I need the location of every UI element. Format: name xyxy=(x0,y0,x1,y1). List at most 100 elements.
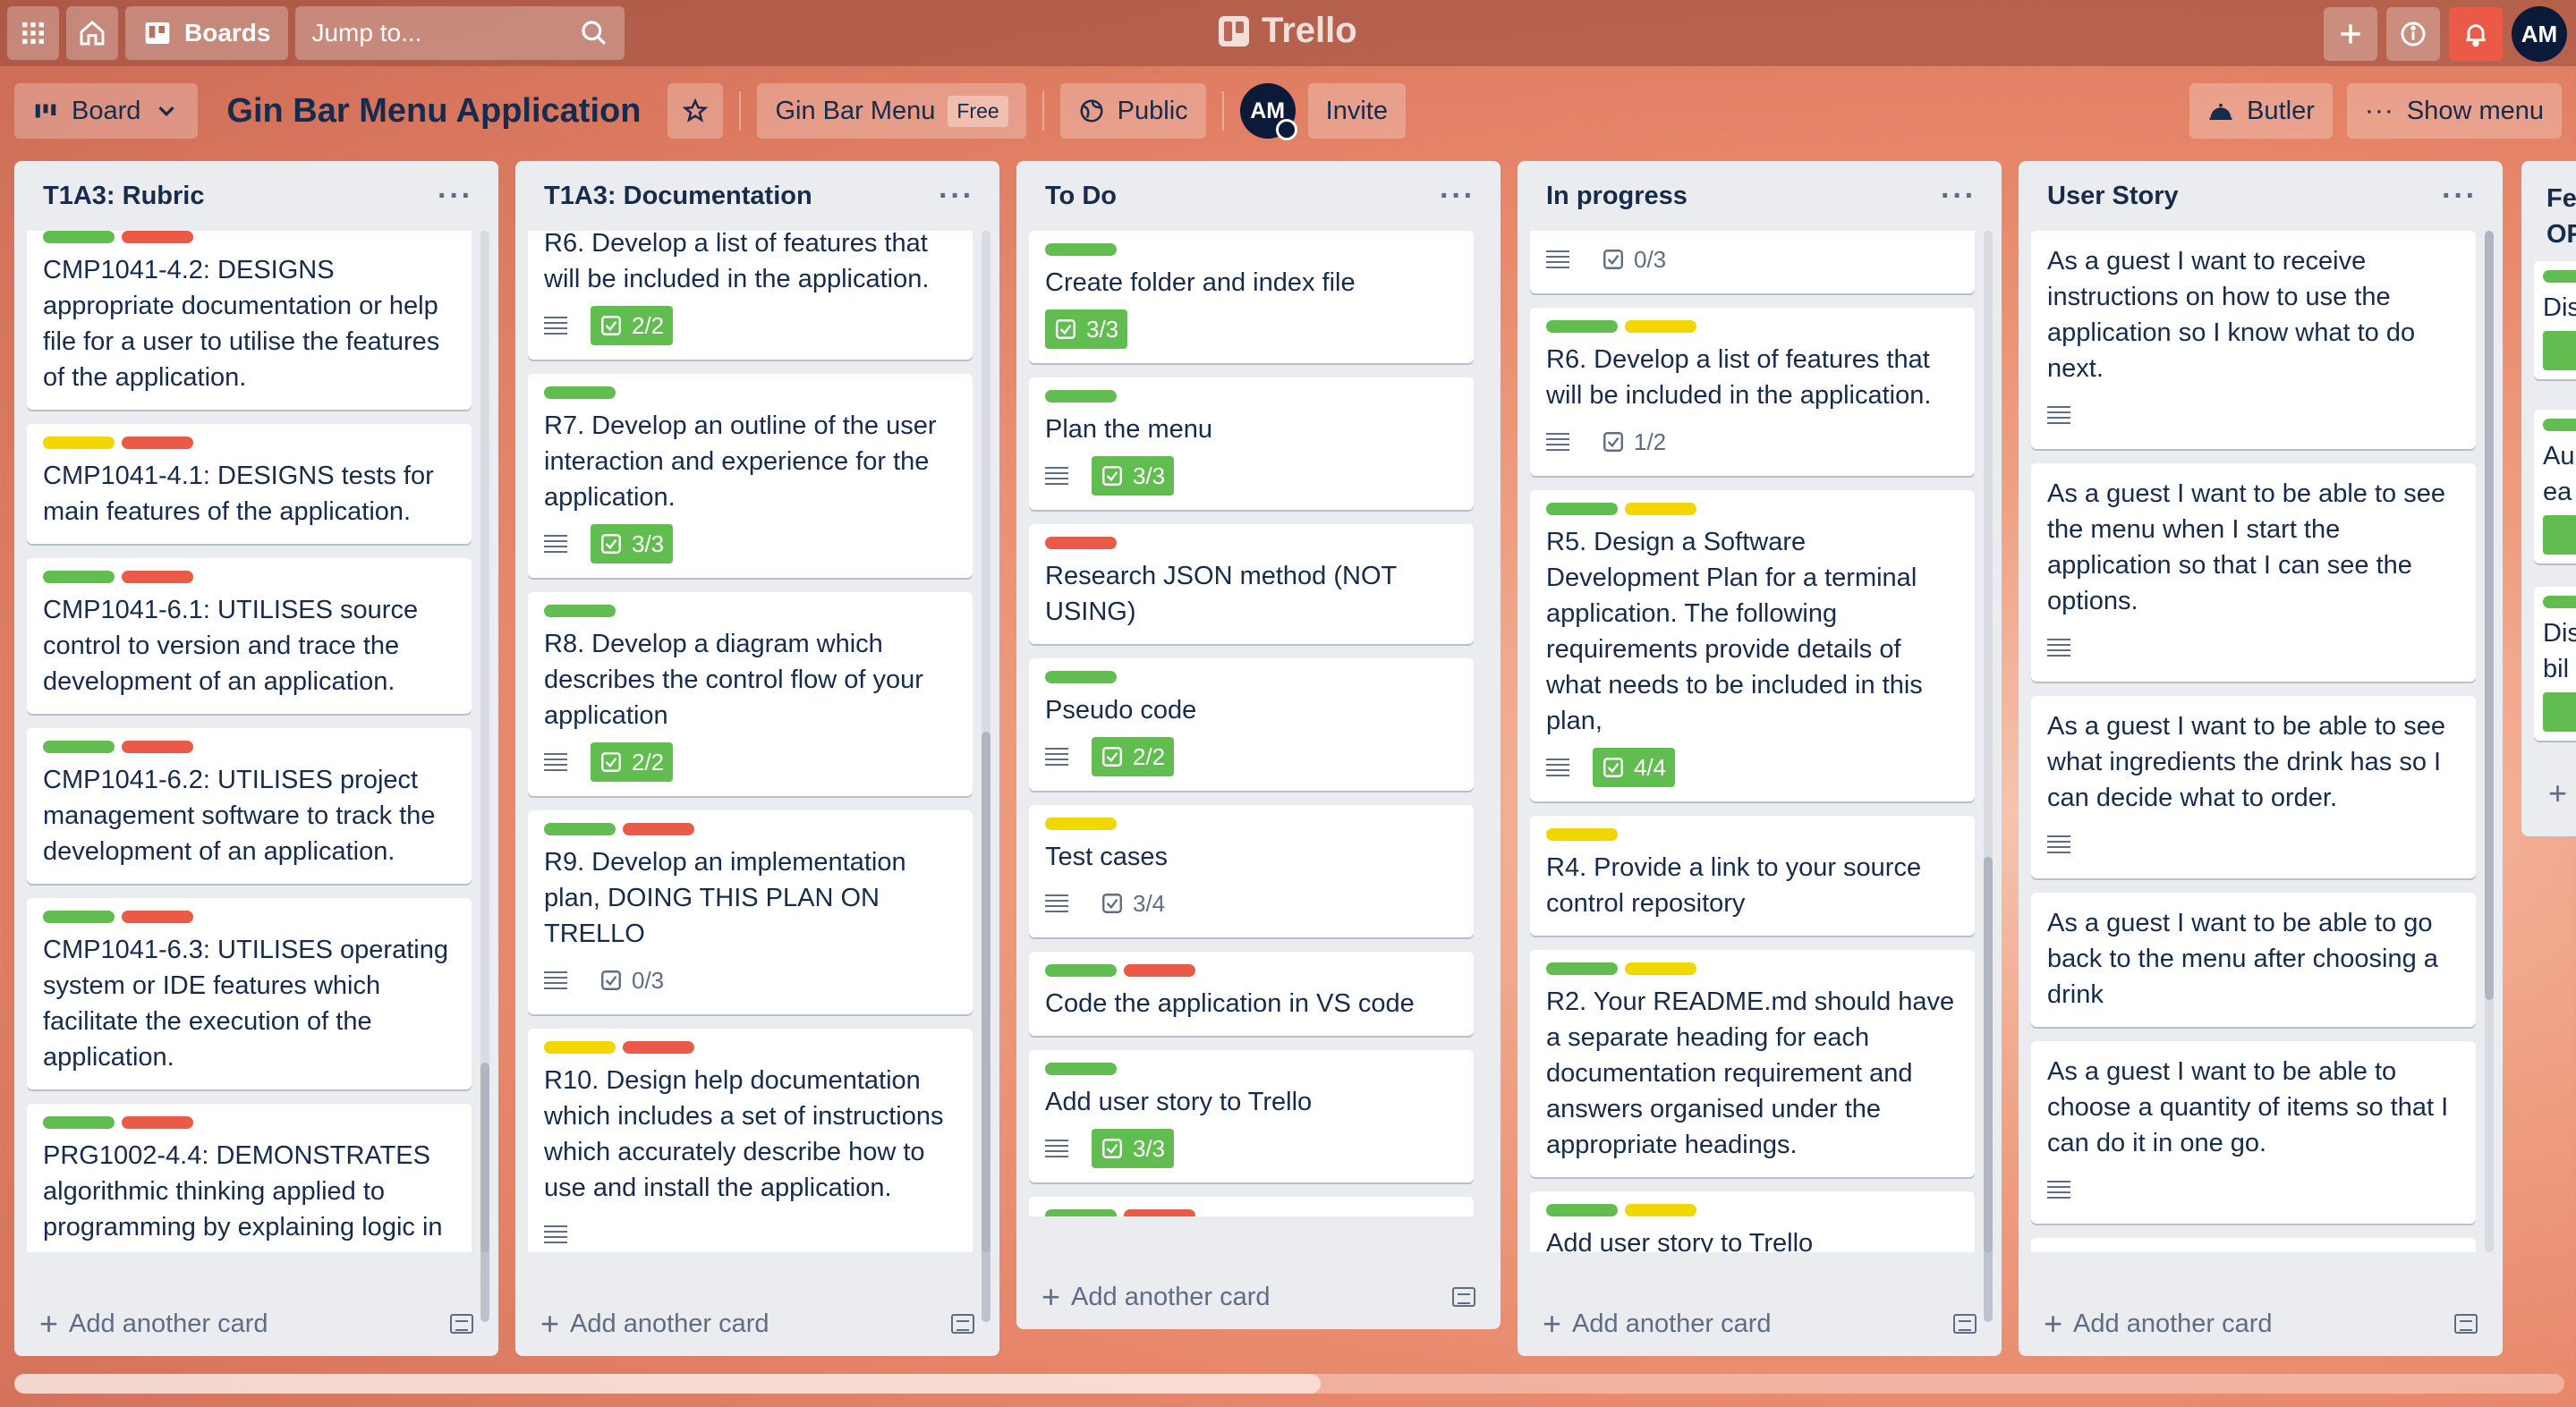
card[interactable]: Add user story to Trello 3/3 xyxy=(1029,1050,1474,1182)
visibility-button[interactable]: Public xyxy=(1059,83,1206,139)
scrollbar-thumb[interactable] xyxy=(2485,231,2494,1000)
description-icon xyxy=(1546,433,1569,451)
card[interactable]: Test cases 3/4 xyxy=(1029,805,1474,937)
card[interactable]: R6. Develop a list of features that will… xyxy=(1530,308,1975,476)
label-green xyxy=(43,1116,115,1129)
card-template-icon[interactable] xyxy=(1452,1287,1475,1307)
list-title[interactable]: In progress xyxy=(1546,182,1688,211)
board-member-avatar[interactable]: AM xyxy=(1239,83,1297,140)
label-red xyxy=(1124,1209,1195,1216)
card[interactable]: CMP1041-6.2: UTILISES project management… xyxy=(27,728,472,884)
card[interactable]: R4. Provide a link to your source contro… xyxy=(1530,816,1975,936)
card[interactable]: CMP1041-4.1: DESIGNS tests for main feat… xyxy=(27,424,472,544)
list-2[interactable]: To Do ··· Create folder and index file 3/3 P… xyxy=(1016,161,1501,1329)
list-title[interactable]: To Do xyxy=(1045,182,1117,211)
card[interactable]: R7. Develop an outline of the user inter… xyxy=(528,374,973,578)
card[interactable]: As a guest I want to receive instruction… xyxy=(2031,231,2476,449)
list-actions-icon[interactable]: ··· xyxy=(2442,179,2478,214)
list-scrollbar[interactable] xyxy=(982,231,990,1322)
apps-menu-button[interactable] xyxy=(7,6,59,60)
home-button[interactable] xyxy=(66,6,118,60)
card[interactable]: PRG1002-4.4: DEMONSTRATES algorithmic th… xyxy=(27,1104,472,1252)
plus-icon[interactable]: + xyxy=(2548,775,2567,812)
list-title[interactable]: T1A3: Documentation xyxy=(544,182,812,211)
list-actions-icon[interactable]: ··· xyxy=(1941,179,1977,214)
list-actions-icon[interactable]: ··· xyxy=(1440,179,1475,214)
create-button[interactable] xyxy=(2324,7,2377,61)
list-scrollbar[interactable] xyxy=(480,231,489,1322)
list-scrollbar[interactable] xyxy=(1984,231,1993,1322)
user-avatar[interactable]: AM xyxy=(2512,6,2567,62)
card[interactable]: As a guest I want to be able to order mo… xyxy=(2031,1238,2476,1252)
card-template-icon[interactable] xyxy=(951,1314,974,1334)
card-title: Test cases xyxy=(1045,843,1168,871)
search-icon xyxy=(582,21,607,46)
checklist-badge xyxy=(2543,692,2576,732)
card[interactable]: As a guest I want to be able to choose a… xyxy=(2031,1041,2476,1224)
card-title: R6. Develop a list of features that will… xyxy=(1546,345,1932,410)
list-scrollbar[interactable] xyxy=(2485,231,2494,1252)
checklist-count: 4/4 xyxy=(1634,753,1667,781)
card[interactable]: Dis xyxy=(2534,261,2576,379)
trello-logo[interactable]: Trello xyxy=(1219,11,1357,51)
list-3[interactable]: In progress ··· 0/3 R6. Develop a list of f… xyxy=(1518,161,2002,1356)
card[interactable]: Plan the menu 3/3 xyxy=(1029,377,1474,510)
add-card-button[interactable]: + Add another card xyxy=(1041,1272,1475,1322)
workspace-button[interactable]: Gin Bar Menu Free xyxy=(757,83,1026,139)
description-icon xyxy=(2047,406,2070,424)
scrollbar-thumb[interactable] xyxy=(480,1063,489,1322)
list-actions-icon[interactable]: ··· xyxy=(939,179,974,214)
butler-button[interactable]: Butler xyxy=(2189,83,2333,139)
card[interactable]: Add user story to Trello0/3 xyxy=(1530,1191,1975,1252)
scrollbar-thumb[interactable] xyxy=(14,1374,1321,1394)
list-partial[interactable]: Fe OF Dis Au ea Dis bil + xyxy=(2521,161,2576,836)
card[interactable]: CMP1041-6.3: UTILISES operating system o… xyxy=(27,898,472,1089)
card[interactable]: R5. Design a Software Development Plan f… xyxy=(1530,490,1975,801)
board-title[interactable]: Gin Bar Menu Application xyxy=(226,92,641,131)
card-template-icon[interactable] xyxy=(2454,1314,2478,1334)
info-button[interactable] xyxy=(2386,7,2440,61)
show-menu-button[interactable]: ··· Show menu xyxy=(2346,83,2562,139)
add-card-button[interactable]: + Add another card xyxy=(39,1299,473,1349)
card-template-icon[interactable] xyxy=(450,1314,473,1334)
card[interactable]: CMP1041-4.2: DESIGNS appropriate documen… xyxy=(27,231,472,410)
notifications-button[interactable] xyxy=(2449,7,2503,61)
card[interactable]: Research JSON method (NOT USING) xyxy=(1029,524,1474,644)
card[interactable]: R2. Your README.md should have a separat… xyxy=(1530,950,1975,1177)
list-actions-icon[interactable]: ··· xyxy=(438,179,473,214)
card[interactable]: CMP1041-6.1: UTILISES source control to … xyxy=(27,558,472,714)
scrollbar-thumb[interactable] xyxy=(1984,857,1993,1322)
card[interactable]: Create folder and index file 3/3 xyxy=(1029,231,1474,363)
card[interactable]: Au ea xyxy=(2534,410,2576,564)
label-red xyxy=(1045,537,1117,549)
card[interactable]: R10. Design help documentation which inc… xyxy=(528,1029,973,1252)
star-board-button[interactable] xyxy=(667,83,724,139)
card[interactable]: As a guest I want to be able to go back … xyxy=(2031,893,2476,1027)
card-template-icon[interactable] xyxy=(1953,1314,1977,1334)
card[interactable]: 0/3 xyxy=(1530,231,1975,293)
list-0[interactable]: T1A3: Rubric ··· CMP1041-4.2: DESIGNS appr… xyxy=(14,161,498,1356)
card-title: Research JSON method (NOT USING) xyxy=(1045,562,1397,626)
add-card-button[interactable]: + Add another card xyxy=(540,1299,974,1349)
card[interactable]: DECIDE WHAT GEMS TO USE xyxy=(1029,1197,1474,1216)
card[interactable]: As a guest I want to be able to see the … xyxy=(2031,463,2476,682)
scrollbar-thumb[interactable] xyxy=(982,732,990,1322)
board-view-switcher[interactable]: Board xyxy=(14,83,199,139)
invite-button[interactable]: Invite xyxy=(1307,83,1406,139)
card[interactable]: R9. Develop an implementation plan, DOIN… xyxy=(528,810,973,1014)
card[interactable]: Pseudo code 2/2 xyxy=(1029,658,1474,791)
card[interactable]: Code the application in VS code xyxy=(1029,952,1474,1036)
card[interactable]: R6. Develop a list of features that will… xyxy=(528,231,973,360)
add-card-button[interactable]: + Add another card xyxy=(2044,1299,2478,1349)
boards-button[interactable]: Boards xyxy=(125,6,289,60)
jump-to-search[interactable]: Jump to... xyxy=(295,6,625,60)
board-horizontal-scrollbar[interactable] xyxy=(14,1374,2564,1394)
card[interactable]: R8. Develop a diagram which describes th… xyxy=(528,592,973,796)
list-4[interactable]: User Story ··· As a guest I want to receiv… xyxy=(2019,161,2503,1356)
list-title[interactable]: T1A3: Rubric xyxy=(43,182,204,211)
card[interactable]: As a guest I want to be able to see what… xyxy=(2031,696,2476,878)
list-title[interactable]: User Story xyxy=(2047,182,2179,211)
add-card-button[interactable]: + Add another card xyxy=(1543,1299,1977,1349)
list-1[interactable]: T1A3: Documentation ··· R6. Develop a list… xyxy=(515,161,999,1356)
card[interactable]: Dis bil xyxy=(2534,587,2576,741)
